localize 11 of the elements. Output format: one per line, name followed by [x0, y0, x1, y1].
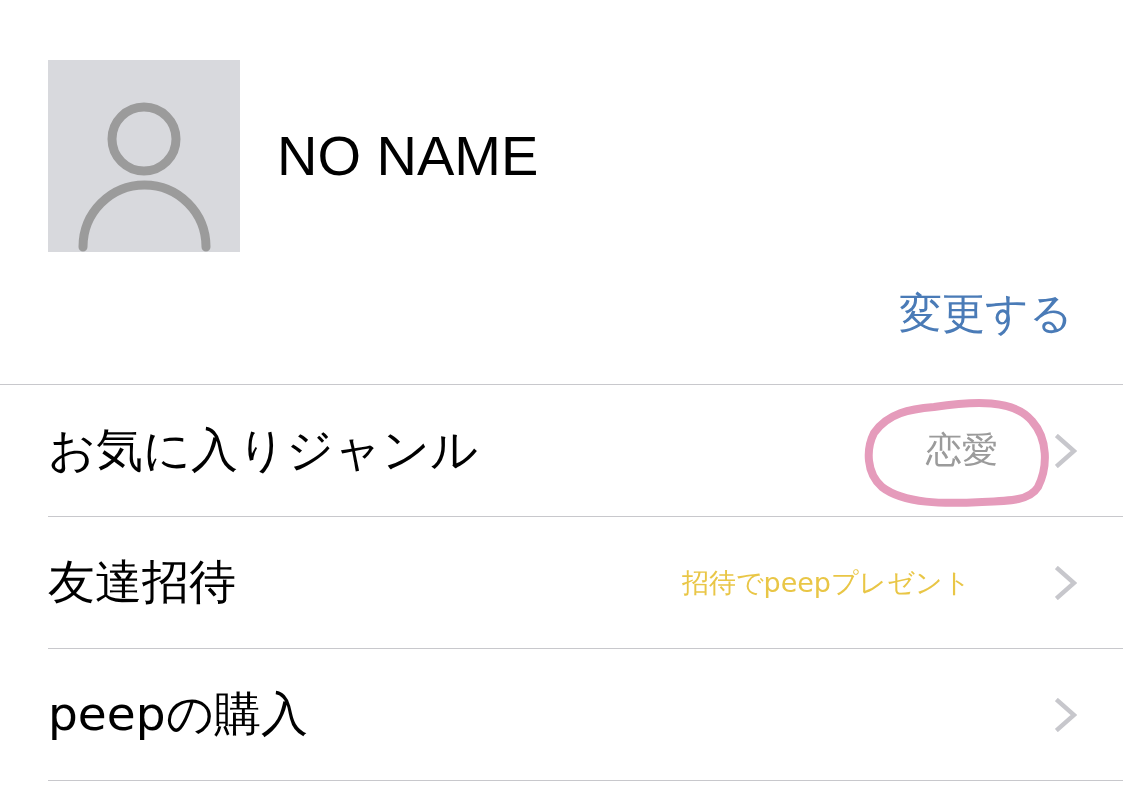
- menu-item[interactable]: お気に入りジャンル: [48, 419, 926, 482]
- profile-name: NO NAME: [277, 123, 539, 189]
- menu-item[interactable]: 友達招待: [48, 551, 682, 614]
- menu-item-value: 恋愛: [926, 428, 998, 472]
- edit-profile-link[interactable]: 変更する: [899, 288, 1073, 338]
- menu-item-value: 招待でpeepプレゼント: [681, 565, 971, 600]
- menu-item[interactable]: peepの購入: [48, 683, 1055, 746]
- chevron-right-icon: [1055, 565, 1077, 600]
- user-avatar-icon: [48, 60, 240, 252]
- chevron-right-icon: [1055, 433, 1077, 468]
- chevron-right-icon: [1055, 697, 1077, 732]
